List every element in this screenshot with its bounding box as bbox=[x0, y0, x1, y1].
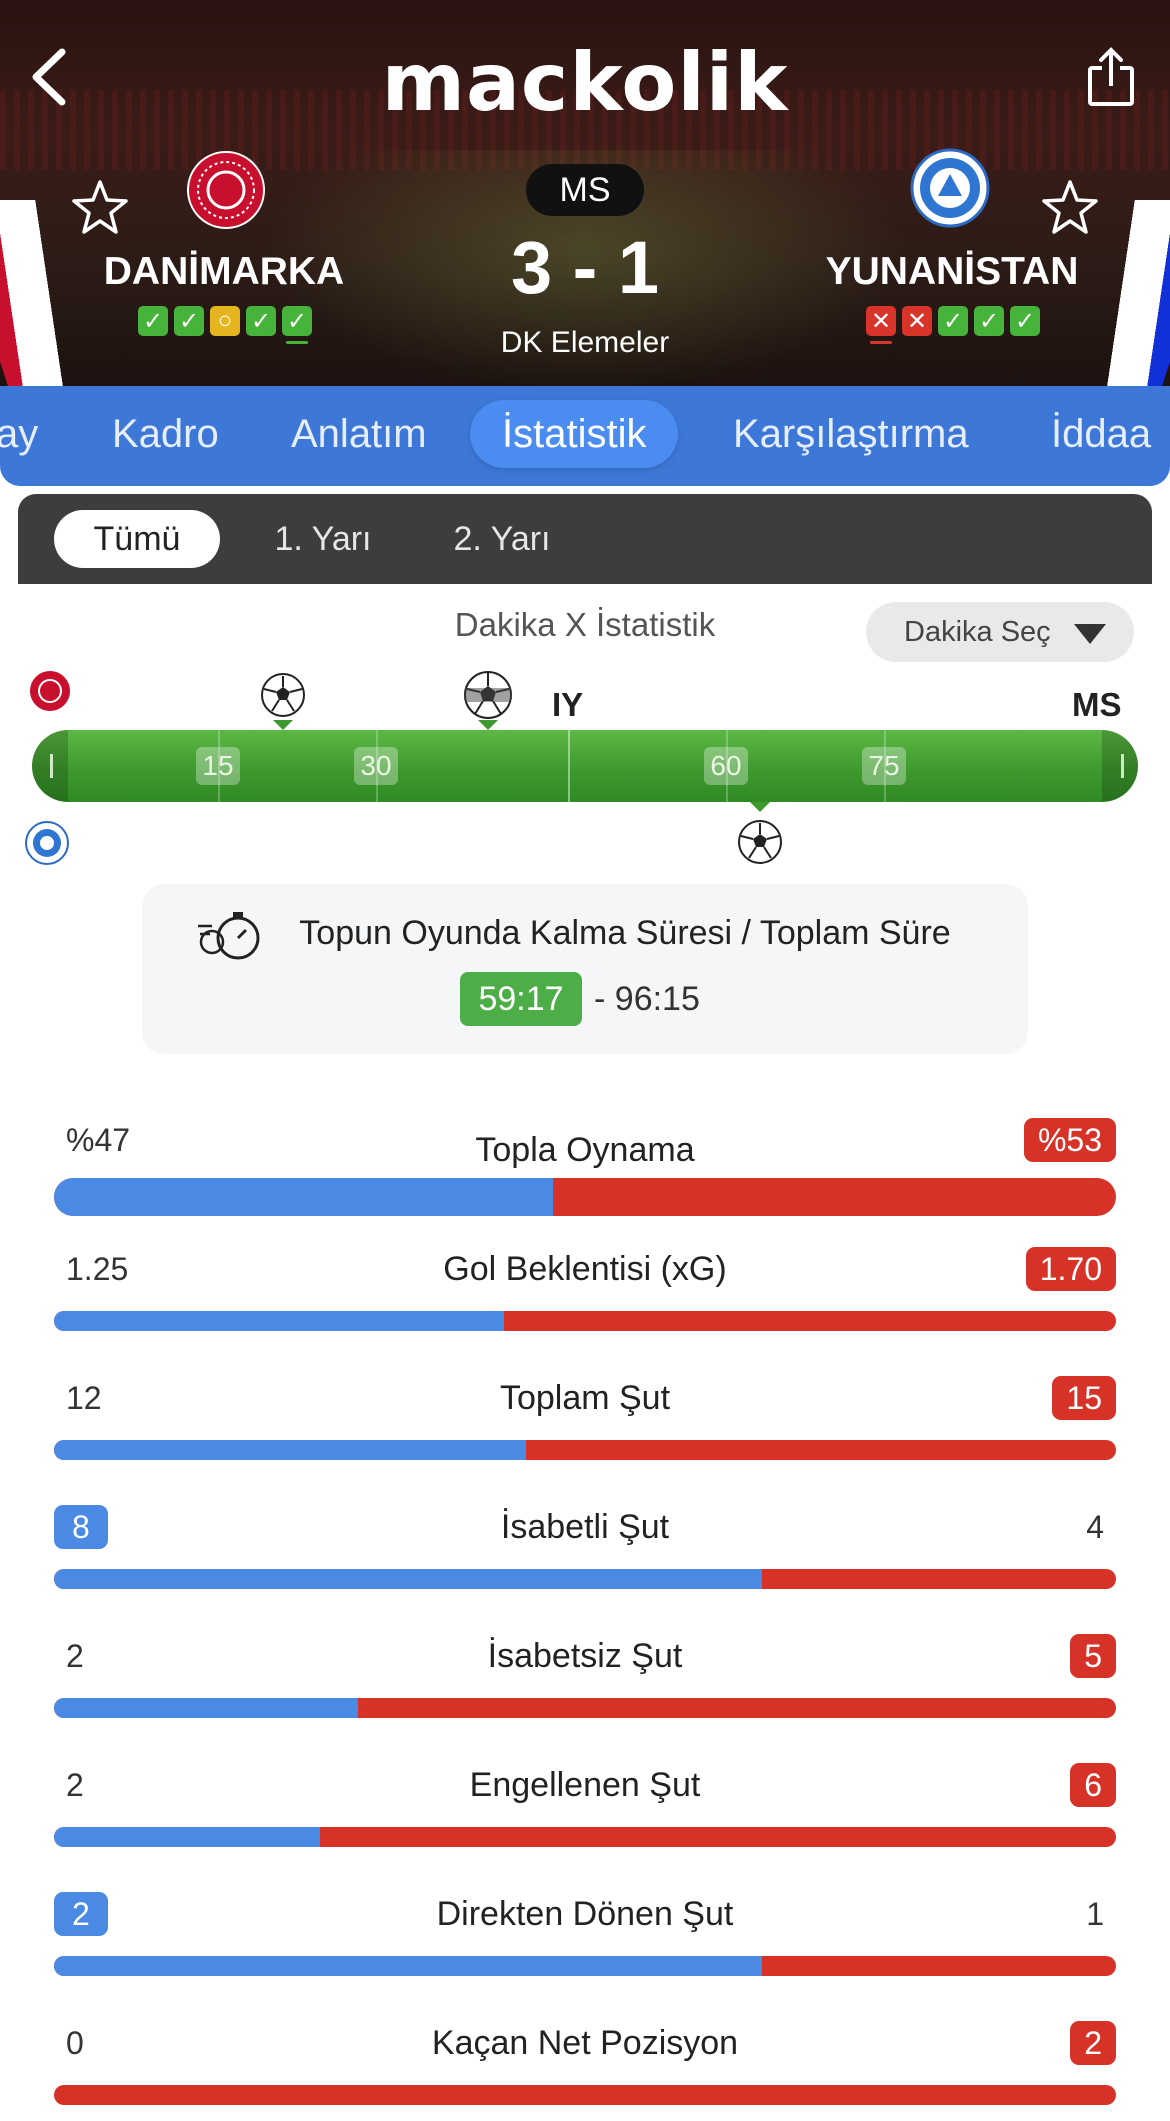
stat-label: İsabetli Şut bbox=[500, 1508, 670, 1546]
stat-away-value: 4 bbox=[1086, 1509, 1104, 1545]
tab-istatistik[interactable]: İstatistik bbox=[470, 400, 679, 468]
stat-comparison-bar bbox=[54, 1311, 1116, 1331]
stat-label: Topla Oynama bbox=[475, 1131, 695, 1169]
tab-iddaa[interactable]: İddaa bbox=[1051, 400, 1151, 468]
tab-partial[interactable]: ay bbox=[0, 400, 38, 468]
period-filter: Tümü 1. Yarı 2. Yarı bbox=[18, 494, 1152, 584]
stat-away-value: 5 bbox=[1070, 1634, 1116, 1678]
stat-label: Toplam Şut bbox=[499, 1379, 671, 1417]
ball-in-play-card: Topun Oyunda Kalma Süresi / Toplam Süre … bbox=[142, 884, 1028, 1054]
goal-ball-icon[interactable] bbox=[260, 672, 306, 718]
period-second-half-button[interactable]: 2. Yarı bbox=[432, 510, 572, 568]
stat-home-fill bbox=[54, 1178, 554, 1216]
match-status-badge: MS bbox=[526, 164, 644, 216]
stat-comparison-bar bbox=[54, 1440, 1116, 1460]
stat-row: 2 Direkten Dönen Şut 1 bbox=[54, 1892, 1116, 2020]
form-loss-icon: ✕ bbox=[902, 306, 932, 336]
stat-comparison-bar bbox=[54, 1956, 1116, 1976]
timeline-end-cap bbox=[1121, 754, 1124, 778]
tab-anlatim[interactable]: Anlatım bbox=[291, 400, 427, 468]
stat-away-value: 15 bbox=[1052, 1376, 1116, 1420]
stat-home-fill bbox=[54, 1698, 358, 1718]
period-all-button[interactable]: Tümü bbox=[54, 510, 220, 568]
stat-label: Gol Beklentisi (xG) bbox=[443, 1250, 727, 1288]
stat-comparison-bar bbox=[54, 2085, 1116, 2105]
tick-label-15: 15 bbox=[196, 747, 240, 785]
ball-in-play-title: Topun Oyunda Kalma Süresi / Toplam Süre bbox=[299, 914, 951, 952]
minute-timeline-bar[interactable]: 15 30 60 75 bbox=[32, 730, 1138, 802]
goal-ball-icon[interactable] bbox=[737, 819, 783, 865]
tick-label-60: 60 bbox=[704, 747, 748, 785]
tab-karsilastirma[interactable]: Karşılaştırma bbox=[733, 400, 969, 468]
form-loss-icon: ✕ bbox=[866, 306, 896, 344]
stat-away-value: 6 bbox=[1070, 1763, 1116, 1807]
stat-comparison-bar bbox=[54, 1178, 1116, 1216]
full-time-label: MS bbox=[1072, 686, 1122, 723]
stat-away-value: 1 bbox=[1086, 1896, 1104, 1932]
event-pointer bbox=[478, 720, 498, 730]
stat-home-fill bbox=[54, 1569, 763, 1589]
form-win-icon: ✓ bbox=[1010, 306, 1040, 336]
timeline-start-cap bbox=[50, 754, 53, 778]
tick-label-30: 30 bbox=[354, 747, 398, 785]
stat-home-fill bbox=[54, 1827, 320, 1847]
tick-label-75: 75 bbox=[862, 747, 906, 785]
minute-select-label: Dakika Seç bbox=[904, 616, 1051, 648]
stat-comparison-bar bbox=[54, 1827, 1116, 1847]
stat-home-fill bbox=[54, 1311, 505, 1331]
minute-select-dropdown[interactable]: Dakika Seç bbox=[866, 602, 1134, 662]
half-time-line bbox=[568, 730, 570, 802]
total-time-value: 96:15 bbox=[614, 980, 700, 1018]
form-win-icon: ✓ bbox=[974, 306, 1004, 336]
stat-away-value: 1.70 bbox=[1025, 1247, 1116, 1291]
match-header: mackolik DANİMARKA ✓ ✓ ○ ✓ ✓ MS 3 - 1 DK… bbox=[0, 0, 1170, 386]
section-tab-bar: ay Kadro Anlatım İstatistik Karşılaştırm… bbox=[0, 386, 1170, 486]
time-separator: - bbox=[594, 980, 606, 1018]
away-team-crest-icon bbox=[910, 148, 990, 228]
half-time-label: IY bbox=[552, 686, 584, 723]
stat-home-fill bbox=[54, 1956, 763, 1976]
stat-row: 2 Engellenen Şut 6 bbox=[54, 1763, 1116, 1891]
away-form-row: ✕ ✕ ✓ ✓ ✓ bbox=[866, 306, 1040, 344]
home-team-mini-crest-icon bbox=[28, 669, 72, 713]
stat-away-value: %53 bbox=[1023, 1118, 1116, 1162]
event-pointer bbox=[273, 720, 293, 730]
app-logo: mackolik bbox=[381, 36, 789, 129]
stat-comparison-bar bbox=[54, 1569, 1116, 1589]
stat-row: 2 İsabetsiz Şut 5 bbox=[54, 1634, 1116, 1762]
total-time: - 96:15 bbox=[594, 972, 700, 1026]
stat-label: Direkten Dönen Şut bbox=[436, 1895, 734, 1933]
stat-label: Kaçan Net Pozisyon bbox=[431, 2024, 739, 2062]
goal-ball-group-icon[interactable] bbox=[458, 670, 518, 720]
dropdown-arrow-icon bbox=[1074, 624, 1106, 644]
stat-row: 1.25 Gol Beklentisi (xG) 1.70 bbox=[54, 1247, 1116, 1375]
stat-label: İsabetsiz Şut bbox=[487, 1637, 683, 1675]
tab-kadro[interactable]: Kadro bbox=[112, 400, 219, 468]
stat-row: 12 Toplam Şut 15 bbox=[54, 1376, 1116, 1504]
form-win-icon: ✓ bbox=[938, 306, 968, 336]
stat-row: 0 Kaçan Net Pozisyon 2 bbox=[54, 2021, 1116, 2121]
share-icon[interactable] bbox=[1076, 42, 1146, 112]
home-team-crest-icon bbox=[187, 151, 265, 229]
stat-away-value: 2 bbox=[1070, 2021, 1116, 2065]
stat-row: %47 Topla Oynama %53 bbox=[54, 1118, 1116, 1246]
event-pointer bbox=[750, 802, 770, 812]
stat-row: 8 İsabetli Şut 4 bbox=[54, 1505, 1116, 1633]
ball-in-play-time: 59:17 bbox=[460, 972, 582, 1026]
away-team-name[interactable]: YUNANİSTAN bbox=[782, 250, 1122, 294]
period-first-half-button[interactable]: 1. Yarı bbox=[258, 510, 388, 568]
stat-home-fill bbox=[54, 1440, 526, 1460]
stat-comparison-bar bbox=[54, 1698, 1116, 1718]
stat-label: Engellenen Şut bbox=[469, 1766, 701, 1804]
away-favorite-star-icon[interactable] bbox=[1040, 178, 1100, 238]
away-team-mini-crest-icon bbox=[25, 821, 69, 865]
